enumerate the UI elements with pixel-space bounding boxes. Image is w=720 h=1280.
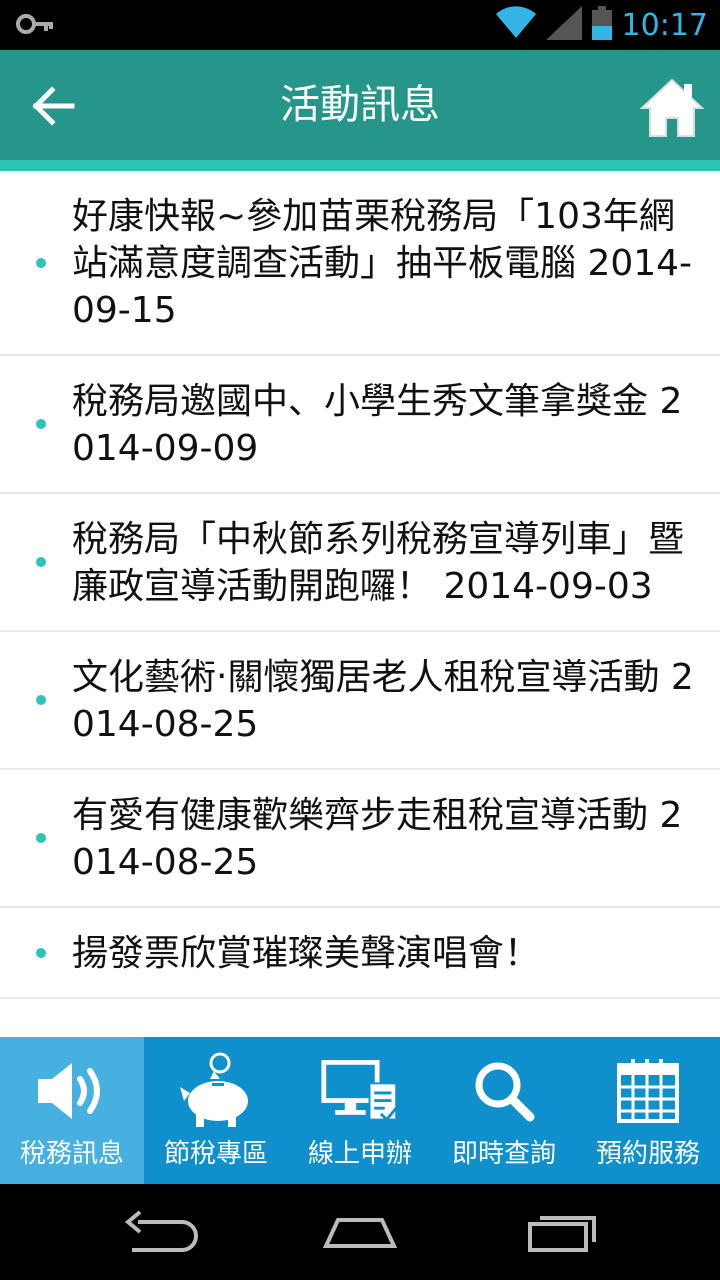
nav-tax-saving[interactable]: 節稅專區 [144, 1037, 288, 1184]
news-item-text: 有愛有健康歡樂齊步走租稅宣導活動 2014-08-25 [72, 795, 683, 883]
list-item[interactable]: 有愛有健康歡樂齊步走租稅宣導活動 2014-08-25 [0, 770, 720, 908]
list-item[interactable]: 稅務局「中秋節系列稅務宣導列車」暨廉政宣導活動開跑囉！ 2014-09-03 [0, 494, 720, 632]
page-title: 活動訊息 [280, 82, 440, 128]
news-item-text: 揚發票欣賞璀璨美聲演唱會！ [72, 933, 541, 974]
news-item-text: 好康快報~參加苗栗稅務局「103年網站滿意度調查活動」抽平板電腦 2014-09… [72, 196, 693, 331]
nav-label: 稅務訊息 [19, 1139, 124, 1169]
list-item[interactable]: 文化藝術‧關懷獨居老人租稅宣導活動 2014-08-25 [0, 632, 720, 770]
battery-icon [591, 6, 612, 44]
computer-icon [320, 1051, 400, 1131]
bullet-dot [36, 695, 46, 705]
bullet-dot [36, 947, 46, 958]
list-item[interactable]: 揚發票欣賞璀璨美聲演唱會！ [0, 908, 720, 999]
key-icon [16, 12, 56, 40]
wifi-icon [495, 6, 536, 44]
title-bar: 活動訊息 [0, 50, 720, 160]
list-item[interactable]: 好康快報~參加苗栗稅務局「103年網站滿意度調查活動」抽平板電腦 2014-09… [0, 171, 720, 356]
status-time: 10:17 [621, 7, 708, 43]
home-button[interactable] [639, 76, 705, 140]
news-list[interactable]: 好康快報~參加苗栗稅務局「103年網站滿意度調查活動」抽平板電腦 2014-09… [0, 171, 720, 1037]
nav-label: 線上申辦 [307, 1139, 412, 1169]
title-accent-bar [0, 160, 720, 171]
status-bar: 10:17 [0, 0, 720, 50]
recents-icon[interactable] [522, 1206, 602, 1258]
bottom-nav: 稅務訊息 節稅專區 線上申辦 即時查詢 預約服務 [0, 1037, 720, 1184]
nav-label: 即時查詢 [451, 1139, 556, 1169]
back-nav-icon[interactable] [120, 1206, 200, 1258]
nav-label: 節稅專區 [163, 1139, 268, 1169]
calendar-icon [608, 1051, 688, 1131]
bullet-dot [36, 833, 46, 843]
news-item-text: 文化藝術‧關懷獨居老人租稅宣導活動 2014-08-25 [72, 657, 694, 745]
news-item-text: 稅務局「中秋節系列稅務宣導列車」暨廉政宣導活動開跑囉！ 2014-09-03 [72, 519, 685, 607]
signal-icon [545, 6, 582, 44]
bullet-dot [36, 419, 46, 429]
nav-appointment[interactable]: 預約服務 [576, 1037, 720, 1184]
nav-online-application[interactable]: 線上申辦 [288, 1037, 432, 1184]
nav-tax-news[interactable]: 稅務訊息 [0, 1037, 144, 1184]
home-nav-icon[interactable] [320, 1206, 400, 1258]
nav-instant-query[interactable]: 即時查詢 [432, 1037, 576, 1184]
home-icon [639, 78, 705, 137]
news-item-text: 稅務局邀國中、小學生秀文筆拿獎金 2014-09-09 [72, 381, 683, 469]
nav-label: 預約服務 [595, 1139, 700, 1169]
system-nav-bar [0, 1184, 720, 1280]
speaker-icon [32, 1051, 112, 1131]
search-icon [464, 1051, 544, 1131]
piggy-bank-icon [176, 1051, 256, 1131]
bullet-dot [36, 257, 46, 268]
bullet-dot [36, 557, 46, 567]
list-item[interactable]: 稅務局邀國中、小學生秀文筆拿獎金 2014-09-09 [0, 356, 720, 494]
